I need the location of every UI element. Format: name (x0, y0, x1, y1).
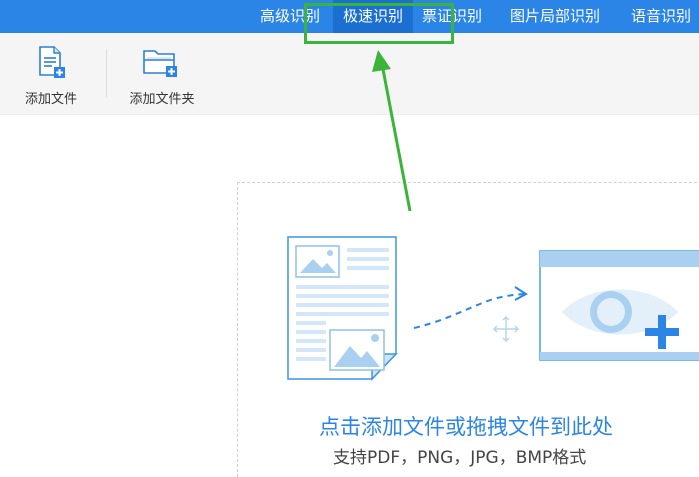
annotation-arrow-icon (372, 50, 412, 212)
